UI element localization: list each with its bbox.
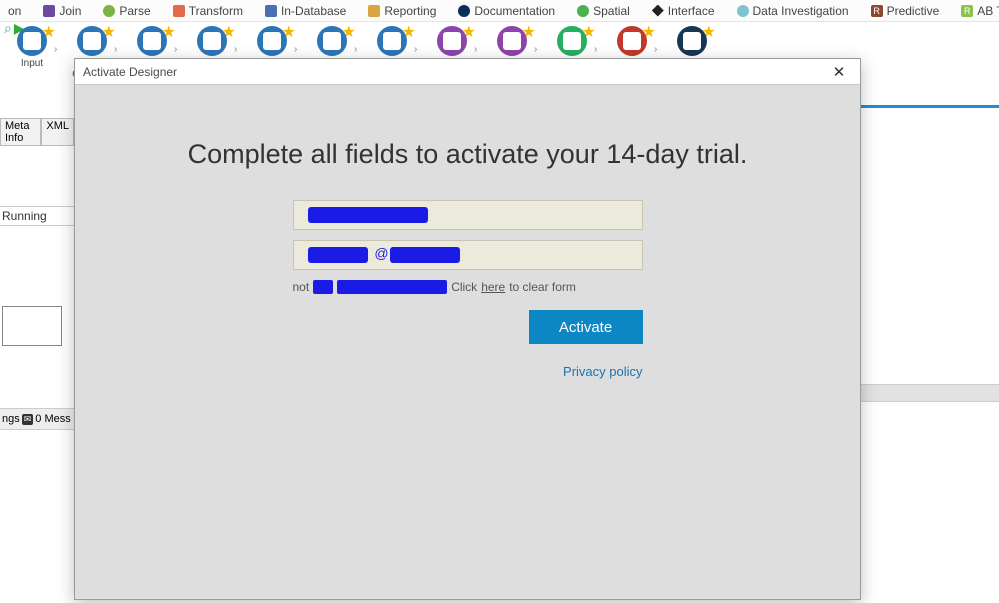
running-label: Running <box>0 206 74 226</box>
tool-input[interactable]: ★ Input <box>2 26 62 69</box>
helper-text: not Click here to clear form <box>293 280 643 294</box>
dialog-title-bar: Activate Designer ✕ <box>75 59 860 85</box>
name-field[interactable] <box>293 200 643 230</box>
category-interface[interactable]: Interface <box>652 4 715 18</box>
msg-count: 0 Mess <box>35 413 70 425</box>
tool-category-bar: on Join Parse Transform In-Database Repo… <box>0 0 999 22</box>
clear-form-link[interactable]: here <box>481 280 505 294</box>
tool-7[interactable]: ›★ <box>362 26 422 56</box>
tool-icon <box>17 26 47 56</box>
privacy-policy-link[interactable]: Privacy policy <box>563 364 642 379</box>
category-ab-testing[interactable]: RAB Testing <box>961 4 999 18</box>
redacted-text <box>308 247 368 263</box>
category-data-investigation[interactable]: Data Investigation <box>737 4 849 18</box>
category-reporting[interactable]: Reporting <box>368 4 436 18</box>
redacted-text <box>313 280 333 294</box>
tool-label: Input <box>21 58 43 69</box>
status-text: ngs <box>2 413 20 425</box>
category-join[interactable]: Join <box>43 4 81 18</box>
at-symbol: @ <box>372 245 392 261</box>
preview-thumbnail[interactable] <box>2 306 62 346</box>
msg-icon: ✉ <box>22 414 34 425</box>
tool-3[interactable]: ›★ <box>122 26 182 56</box>
category-parse[interactable]: Parse <box>103 4 150 18</box>
dialog-heading: Complete all fields to activate your 14-… <box>115 139 820 170</box>
tool-4[interactable]: ›★ <box>182 26 242 56</box>
close-icon[interactable]: ✕ <box>826 63 852 81</box>
results-status: ngs ✉ 0 Mess <box>0 408 74 430</box>
tool-12[interactable]: ›★ <box>662 26 722 56</box>
dialog-body: Complete all fields to activate your 14-… <box>75 85 860 379</box>
redacted-text <box>308 207 428 223</box>
tool-10[interactable]: ›★ <box>542 26 602 56</box>
tool-6[interactable]: ›★ <box>302 26 362 56</box>
category-in-database[interactable]: In-Database <box>265 4 346 18</box>
category-on[interactable]: on <box>8 4 21 18</box>
category-predictive[interactable]: RPredictive <box>871 4 940 18</box>
config-panel: Meta Info XML Running <box>0 118 74 346</box>
redacted-text <box>390 247 460 263</box>
tab-xml[interactable]: XML <box>41 118 74 146</box>
activate-button[interactable]: Activate <box>529 310 643 344</box>
chevron-icon: › <box>54 44 57 55</box>
tool-11[interactable]: ›★ <box>602 26 662 56</box>
email-field[interactable]: @ <box>293 240 643 270</box>
tool-5[interactable]: ›★ <box>242 26 302 56</box>
helper-click: Click <box>451 280 477 294</box>
tab-meta-info[interactable]: Meta Info <box>0 118 41 146</box>
category-spatial[interactable]: Spatial <box>577 4 630 18</box>
dialog-title: Activate Designer <box>83 65 177 79</box>
privacy-row: Privacy policy <box>293 364 643 379</box>
redacted-text <box>337 280 447 294</box>
tool-9[interactable]: ›★ <box>482 26 542 56</box>
helper-not: not <box>293 280 310 294</box>
tool-8[interactable]: ›★ <box>422 26 482 56</box>
category-transform[interactable]: Transform <box>173 4 243 18</box>
panel-tabs: Meta Info XML <box>0 118 74 146</box>
tool-icon <box>77 26 107 56</box>
activation-form: @ not Click here to clear form Activate … <box>115 200 820 379</box>
category-documentation[interactable]: Documentation <box>458 4 555 18</box>
helper-suffix: to clear form <box>509 280 576 294</box>
activate-designer-dialog: Activate Designer ✕ Complete all fields … <box>74 58 861 600</box>
